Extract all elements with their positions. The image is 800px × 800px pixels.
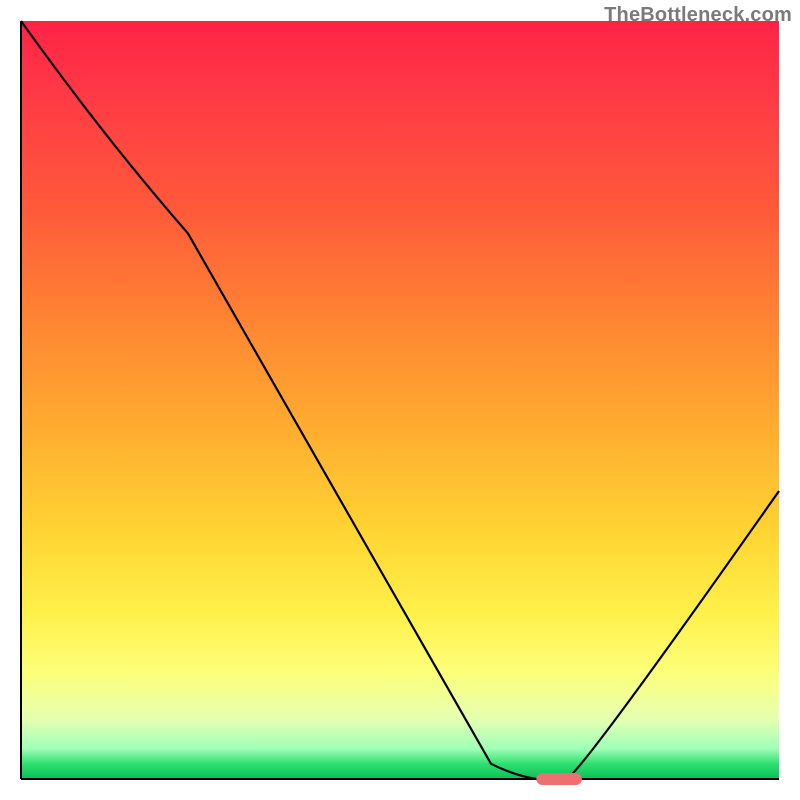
chart-svg bbox=[0, 0, 800, 800]
bottleneck-curve bbox=[21, 21, 779, 779]
optimal-marker bbox=[536, 773, 582, 785]
attribution-text: TheBottleneck.com bbox=[604, 4, 792, 27]
bottleneck-chart: TheBottleneck.com bbox=[0, 0, 800, 800]
